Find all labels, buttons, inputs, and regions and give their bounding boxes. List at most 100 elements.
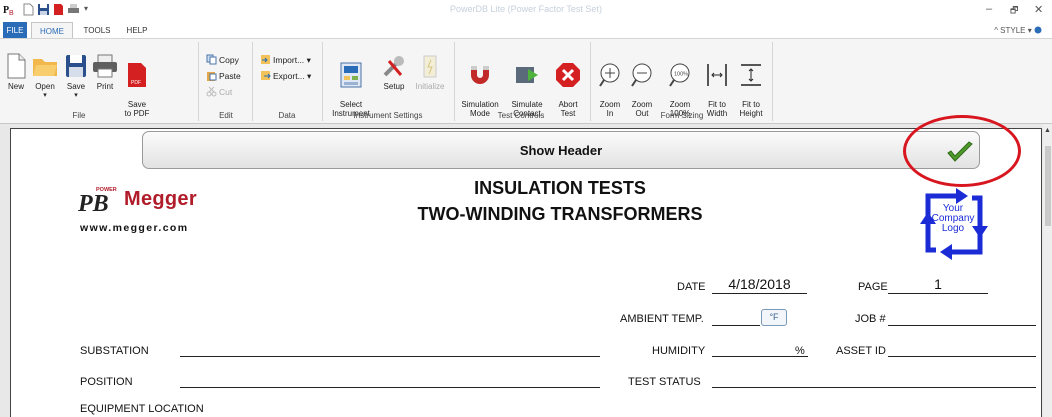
show-header-button[interactable]: Show Header — [142, 131, 980, 169]
import-button[interactable]: Import... ▾ — [260, 53, 311, 67]
open-button[interactable]: Open ▾ — [30, 53, 60, 100]
substation-label: SUBSTATION — [80, 345, 149, 357]
save-dropdown-icon: ▾ — [74, 92, 78, 99]
job-number-field[interactable] — [888, 325, 1036, 326]
ribbon-tabs: FILE HOME TOOLS HELP ^ STYLE ▾ — [0, 22, 1052, 39]
copy-button[interactable]: Copy — [206, 53, 239, 67]
setup-label: Setup — [383, 82, 405, 91]
substation-field[interactable] — [180, 356, 600, 357]
group-separator — [772, 42, 773, 121]
import-label: Import... — [273, 55, 305, 65]
powerdb-logo-icon: POWER PB — [78, 187, 117, 214]
export-button[interactable]: Export... ▾ — [260, 69, 311, 83]
ribbon: New Open ▾ Save ▾ Print PDF Save to PDF … — [0, 38, 1052, 124]
asset-id-field[interactable] — [888, 356, 1036, 357]
test-status-field[interactable] — [712, 387, 1036, 388]
group-separator — [252, 42, 253, 121]
folder-icon — [33, 59, 57, 76]
save-label: Save — [66, 82, 86, 91]
battery-icon — [423, 55, 437, 78]
group-separator — [590, 42, 591, 121]
select-instrument-button[interactable]: Select Instrument — [326, 53, 376, 118]
save-to-pdf-button[interactable]: PDF Save to PDF — [121, 53, 153, 118]
zoom-out-button[interactable]: Zoom Out — [628, 53, 656, 118]
scroll-up-icon[interactable]: ▲ — [1044, 127, 1051, 134]
close-button[interactable]: ✕ — [1034, 3, 1043, 16]
paste-icon — [207, 72, 217, 81]
equipment-location-label: EQUIPMENT LOCATION — [80, 403, 204, 415]
group-label-form: Form Sizing — [660, 111, 704, 120]
help-globe-icon[interactable] — [1034, 26, 1042, 34]
group-label-file: File — [72, 111, 86, 120]
job-number-label: JOB # — [855, 313, 886, 325]
simulate-contact-button[interactable]: Simulate Contact — [506, 53, 548, 118]
pdf-document-icon: PDF — [128, 63, 146, 87]
group-label-test: Test Controls — [497, 111, 545, 120]
fit-to-height-button[interactable]: Fit to Height — [735, 53, 767, 118]
temperature-unit-button[interactable]: °F — [761, 309, 787, 326]
fit-to-width-button[interactable]: Fit to Width — [702, 53, 732, 118]
printer-icon — [93, 54, 117, 78]
logo-letters: PB — [78, 191, 109, 214]
asset-id-label: ASSET ID — [836, 345, 886, 357]
initialize-label: Initialize — [415, 82, 445, 91]
window-title: PowerDB Lite (Power Factor Test Set) — [450, 4, 602, 14]
page-label: PAGE — [858, 281, 888, 293]
export-label: Export... — [273, 71, 305, 81]
scissors-icon — [206, 86, 217, 97]
form-title-line1: INSULATION TESTS — [474, 178, 646, 198]
chevron-down-icon: ▾ — [1027, 26, 1032, 35]
page-value[interactable]: 1 — [888, 276, 988, 292]
cut-button[interactable]: Cut — [206, 85, 232, 99]
group-label-edit: Edit — [219, 111, 233, 120]
date-value[interactable]: 4/18/2018 — [712, 276, 807, 292]
zoom-100-button[interactable]: 100% Zoom 100% — [664, 53, 696, 118]
test-status-label: TEST STATUS — [628, 376, 701, 388]
style-menu[interactable]: ^ STYLE ▾ — [994, 26, 1042, 35]
abort-test-button[interactable]: Abort Test — [552, 53, 584, 118]
save-button[interactable]: Save ▾ — [63, 53, 89, 100]
humidity-field[interactable] — [712, 356, 808, 357]
floppy-disk-icon — [66, 55, 86, 77]
restore-button[interactable]: 🗗 — [1010, 3, 1018, 19]
svg-text:PDF: PDF — [131, 80, 141, 86]
ambient-temp-field[interactable] — [712, 325, 760, 326]
form-title-line2: TWO-WINDING TRANSFORMERS — [417, 204, 703, 224]
tab-home[interactable]: HOME — [31, 22, 73, 39]
megger-url: www.megger.com — [80, 222, 189, 234]
group-separator — [198, 42, 199, 121]
highlight-circle — [903, 115, 1021, 187]
zoom-in-button[interactable]: Zoom In — [596, 53, 624, 118]
title-bar: PB ▾ PowerDB Lite (Power Factor Test Set… — [0, 0, 1052, 20]
group-separator — [454, 42, 455, 121]
scrollbar-thumb[interactable] — [1045, 146, 1051, 226]
magnet-icon — [471, 66, 489, 84]
copy-icon — [206, 54, 217, 65]
show-header-label: Show Header — [519, 143, 603, 158]
minimize-button[interactable]: – — [986, 3, 992, 15]
initialize-button[interactable]: Initialize — [412, 53, 448, 91]
tab-file[interactable]: FILE — [3, 22, 27, 39]
print-label: Print — [96, 82, 114, 91]
position-field[interactable] — [180, 387, 600, 388]
export-dropdown-icon: ▾ — [307, 71, 312, 81]
date-label: DATE — [677, 281, 706, 293]
paste-button[interactable]: Paste — [206, 69, 241, 83]
zoom-100-icon: 100% — [669, 63, 690, 87]
cut-label: Cut — [219, 87, 233, 97]
page-field-underline — [888, 293, 988, 294]
zoom-100-icon-text: 100% — [674, 72, 688, 78]
simulation-mode-button[interactable]: Simulation Mode — [457, 53, 503, 118]
tab-help[interactable]: HELP — [120, 22, 154, 39]
ambient-temp-label: AMBIENT TEMP. — [620, 313, 704, 325]
print-button[interactable]: Print — [91, 53, 119, 91]
megger-brand-name: Megger — [124, 188, 197, 210]
setup-button[interactable]: Setup — [381, 53, 407, 91]
instrument-panel-icon — [340, 62, 362, 88]
tab-tools[interactable]: TOOLS — [78, 22, 116, 39]
new-button[interactable]: New — [4, 53, 28, 91]
zoom-out-icon — [631, 63, 652, 87]
fit-height-icon — [741, 64, 761, 86]
zoom-in-icon — [599, 63, 620, 87]
company-logo-text: Your Company Logo — [931, 203, 975, 234]
